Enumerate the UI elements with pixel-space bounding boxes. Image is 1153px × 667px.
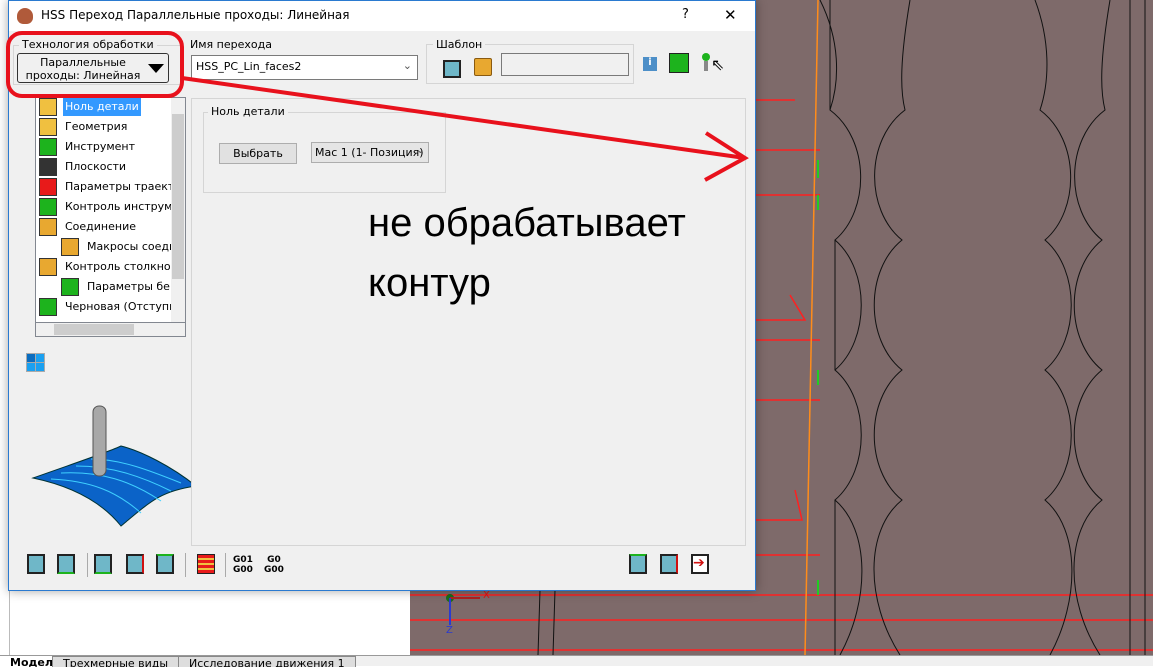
annotation-highlight <box>6 31 184 98</box>
annotation-arrow <box>181 76 749 182</box>
annotation-line1: не обрабатывает <box>368 201 686 245</box>
annotation-overlay <box>6 31 749 182</box>
annotation-line2: контур <box>368 261 491 305</box>
annotation-text: не обрабатывает контур <box>368 193 686 313</box>
